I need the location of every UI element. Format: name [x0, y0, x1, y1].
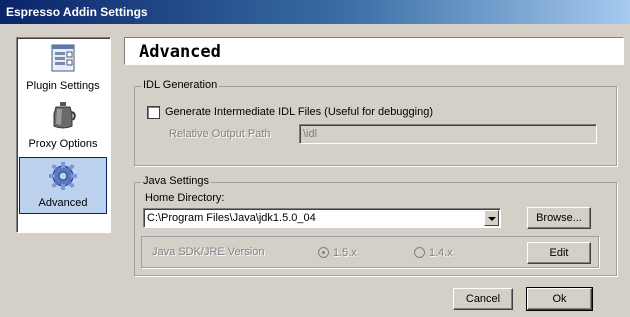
generate-idl-label: Generate Intermediate IDL Files (Useful … — [165, 106, 434, 118]
output-path-field[interactable]: \idl — [299, 124, 597, 144]
coffee-pot-icon — [53, 102, 76, 129]
version-radio-1-5[interactable] — [318, 247, 329, 258]
page-header: Advanced — [124, 37, 624, 65]
java-version-box: Java SDK/JRE Version 1.5.x 1.4.x Edit — [141, 236, 599, 268]
gear-icon — [49, 162, 77, 190]
nav-item-plugin-settings[interactable]: Plugin Settings — [19, 40, 107, 96]
settings-panel-icon — [51, 44, 75, 72]
home-directory-label: Home Directory: — [145, 192, 225, 204]
settings-dialog: Espresso Addin Settings Plugin Settings — [0, 0, 630, 317]
chevron-down-icon[interactable] — [484, 210, 499, 226]
idl-generation-group: IDL Generation Generate Intermediate IDL… — [134, 79, 617, 166]
page-title: Advanced — [139, 42, 221, 62]
nav-item-label: Plugin Settings — [26, 80, 100, 92]
cancel-button[interactable]: Cancel — [453, 288, 513, 310]
window-title: Espresso Addin Settings — [6, 5, 148, 19]
idl-group-label: IDL Generation — [141, 79, 220, 91]
ok-button[interactable]: Ok — [526, 287, 593, 311]
nav-item-label: Advanced — [38, 197, 88, 209]
java-version-label: Java SDK/JRE Version — [152, 246, 265, 258]
version-radio-1-4-label: 1.4.x — [429, 247, 453, 259]
version-radio-1-4[interactable] — [414, 247, 425, 258]
home-directory-select[interactable]: C:\Program Files\Java\jdk1.5.0_04 — [143, 208, 501, 228]
generate-idl-checkbox[interactable] — [147, 106, 160, 119]
java-settings-group: Java Settings Home Directory: C:\Program… — [134, 175, 617, 276]
edit-button[interactable]: Edit — [527, 242, 591, 264]
version-radio-1-5-label: 1.5.x — [333, 247, 357, 259]
browse-button[interactable]: Browse... — [527, 207, 591, 229]
java-group-label: Java Settings — [141, 175, 212, 187]
nav-item-label: Proxy Options — [28, 138, 98, 150]
home-directory-value: C:\Program Files\Java\jdk1.5.0_04 — [147, 212, 316, 224]
title-bar[interactable]: Espresso Addin Settings — [0, 0, 630, 24]
output-path-label: Relative Output Path — [169, 128, 271, 140]
nav-item-proxy-options[interactable]: Proxy Options — [19, 98, 107, 154]
nav-item-advanced[interactable]: Advanced — [19, 157, 107, 214]
settings-nav: Plugin Settings Proxy Options Advanced — [16, 37, 111, 233]
